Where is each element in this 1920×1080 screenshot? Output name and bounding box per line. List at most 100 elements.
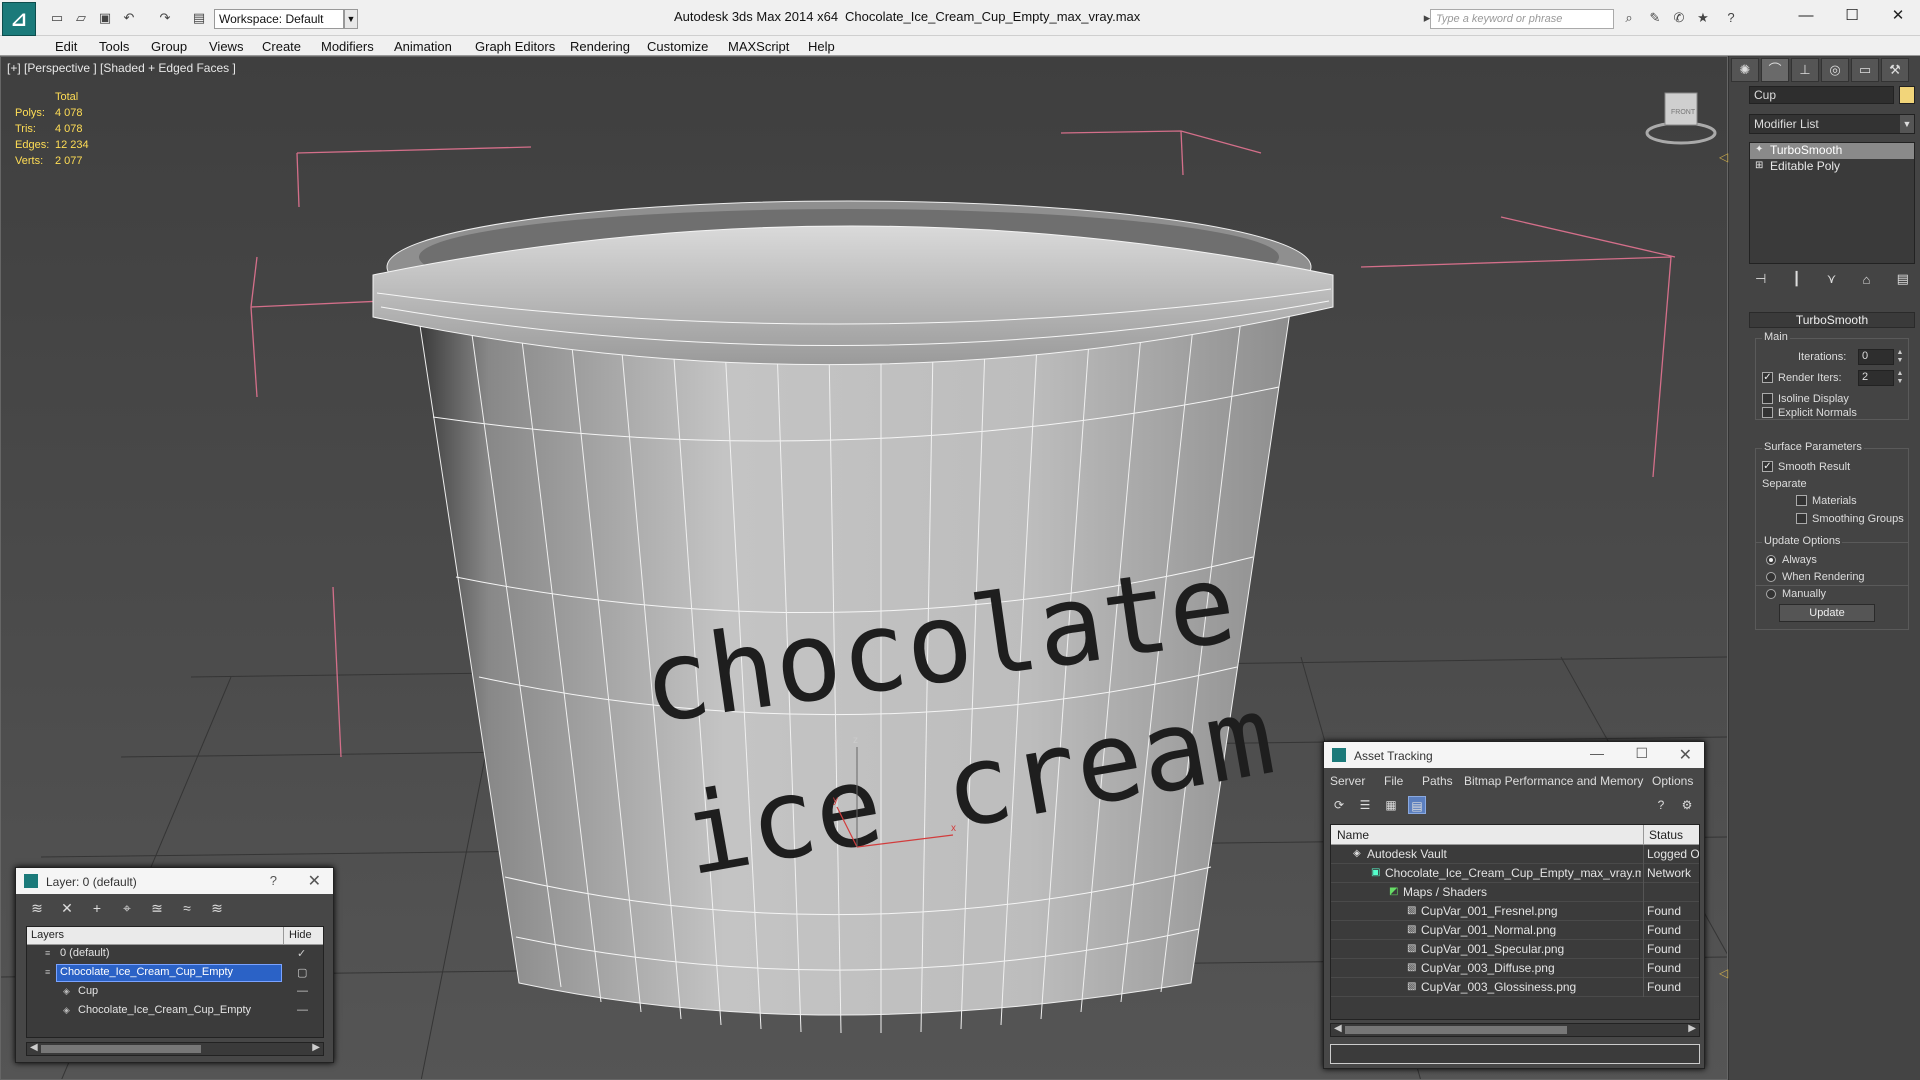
workspace-dropdown-icon[interactable]: ▼ xyxy=(344,9,358,29)
asset-minimize-button[interactable]: — xyxy=(1590,745,1604,761)
perspective-viewport[interactable]: chocolate ice cream x y z FRONT [+] [Per… xyxy=(0,56,1728,1080)
asset-menu-options[interactable]: Options xyxy=(1652,774,1693,788)
scroll-right-icon[interactable]: ▶ xyxy=(1688,1023,1696,1034)
layer-row[interactable]: ≡ Chocolate_Ice_Cream_Cup_Empty ▢ xyxy=(27,964,323,983)
asset-help-icon[interactable]: ? xyxy=(1652,796,1670,814)
hide-all-layers-icon[interactable]: ≈ xyxy=(176,900,198,920)
asset-row[interactable]: ▧ CupVar_003_Glossiness.png Found xyxy=(1331,978,1699,997)
always-radio[interactable] xyxy=(1766,555,1776,565)
isoline-display-checkbox[interactable] xyxy=(1762,393,1773,404)
display-tab-icon[interactable]: ▭ xyxy=(1851,58,1879,82)
minimize-button[interactable]: — xyxy=(1786,4,1826,28)
favorites-star-icon[interactable]: ★ xyxy=(1694,9,1712,27)
asset-maximize-button[interactable]: ☐ xyxy=(1635,745,1648,762)
asset-row[interactable]: ◩ Maps / Shaders xyxy=(1331,883,1699,902)
undo-icon[interactable]: ↶ xyxy=(120,9,138,27)
expand-plus-icon[interactable]: ⊞ xyxy=(1755,160,1765,173)
menu-rendering[interactable]: Rendering xyxy=(570,39,630,54)
highlight-layer-icon[interactable]: ≊ xyxy=(146,900,168,920)
binoculars-icon[interactable]: ⌕ xyxy=(1620,9,1638,27)
smooth-result-checkbox[interactable]: ✓ xyxy=(1762,461,1773,472)
utilities-tab-icon[interactable]: ⚒ xyxy=(1881,58,1909,82)
hide-toggle[interactable]: ✓ xyxy=(297,947,306,960)
col-name[interactable]: Name xyxy=(1337,828,1369,842)
configure-modifier-sets-icon[interactable]: ▤ xyxy=(1897,271,1909,287)
explicit-normals-checkbox[interactable] xyxy=(1762,407,1773,418)
modify-tab-icon[interactable]: ⌒ xyxy=(1761,58,1789,82)
show-end-result-icon[interactable]: ┃ xyxy=(1793,271,1801,287)
make-unique-icon[interactable]: ⋎ xyxy=(1827,271,1837,287)
asset-row[interactable]: ▧ CupVar_001_Normal.png Found xyxy=(1331,921,1699,940)
select-in-layer-icon[interactable]: ⌖ xyxy=(116,900,138,920)
freeze-all-layers-icon[interactable]: ≋ xyxy=(206,900,228,920)
menu-customize[interactable]: Customize xyxy=(647,39,708,54)
menu-help[interactable]: Help xyxy=(808,39,835,54)
asset-menu-file[interactable]: File xyxy=(1384,774,1403,788)
modifier-list-select[interactable]: Modifier List ▼ xyxy=(1749,114,1915,134)
asset-scrollbar[interactable]: ◀ ▶ xyxy=(1330,1023,1700,1037)
chevron-down-icon[interactable]: ▼ xyxy=(1900,115,1914,133)
scroll-right-icon[interactable]: ▶ xyxy=(312,1042,320,1053)
asset-settings-icon[interactable]: ⚙ xyxy=(1678,796,1696,814)
iterations-spinner[interactable]: ▲ ▼ xyxy=(1896,349,1904,365)
menu-tools[interactable]: Tools xyxy=(99,39,129,54)
refresh-icon[interactable]: ⟳ xyxy=(1330,796,1348,814)
asset-menu-paths[interactable]: Paths xyxy=(1422,774,1453,788)
layer-scrollbar[interactable]: ◀ ▶ xyxy=(26,1042,324,1056)
menu-graph-editors[interactable]: Graph Editors xyxy=(475,39,555,54)
maximize-button[interactable]: ☐ xyxy=(1832,4,1872,28)
communication-icon[interactable]: ✆ xyxy=(1670,9,1688,27)
scroll-left-icon[interactable]: ◀ xyxy=(1334,1023,1342,1034)
panel-expand-left-icon[interactable]: ◁ xyxy=(1719,966,1728,980)
layer-row[interactable]: ◈ Chocolate_Ice_Cream_Cup_Empty — xyxy=(27,1002,323,1021)
asset-dialog-titlebar[interactable]: Asset Tracking — ☐ ✕ xyxy=(1324,742,1704,768)
layer-help-button[interactable]: ? xyxy=(270,873,277,888)
subscription-icon[interactable]: ✎ xyxy=(1646,9,1664,27)
lightbulb-icon[interactable]: ✦ xyxy=(1755,144,1765,157)
menu-animation[interactable]: Animation xyxy=(394,39,452,54)
iterations-input[interactable]: 0 xyxy=(1858,349,1894,365)
object-name-field[interactable]: Cup xyxy=(1749,86,1894,104)
layer-close-button[interactable]: ✕ xyxy=(308,871,321,891)
redo-icon[interactable]: ↷ xyxy=(156,9,174,27)
menu-maxscript[interactable]: MAXScript xyxy=(728,39,789,54)
render-iters-input[interactable]: 2 xyxy=(1858,370,1894,386)
asset-row[interactable]: ▧ CupVar_001_Fresnel.png Found xyxy=(1331,902,1699,921)
search-input[interactable]: Type a keyword or phrase xyxy=(1430,9,1614,29)
asset-menu-server[interactable]: Server xyxy=(1330,774,1365,788)
stack-item-editable-poly[interactable]: ⊞ Editable Poly xyxy=(1750,159,1914,175)
workspace-select[interactable]: Workspace: Default xyxy=(214,9,344,29)
manually-radio[interactable] xyxy=(1766,589,1776,599)
menu-create[interactable]: Create xyxy=(262,39,301,54)
save-icon[interactable]: ▣ xyxy=(96,9,114,27)
hide-toggle[interactable]: — xyxy=(297,1004,308,1016)
panel-expand-left-icon[interactable]: ◁ xyxy=(1719,150,1728,164)
hide-toggle[interactable]: — xyxy=(297,985,308,997)
stack-item-turbosmooth[interactable]: ✦ TurboSmooth xyxy=(1750,143,1914,159)
smoothing-groups-checkbox[interactable] xyxy=(1796,513,1807,524)
render-iters-spinner[interactable]: ▲ ▼ xyxy=(1896,370,1904,386)
close-button[interactable]: ✕ xyxy=(1878,4,1918,28)
render-iters-checkbox[interactable]: ✓ xyxy=(1762,372,1773,383)
layer-dialog-titlebar[interactable]: Layer: 0 (default) ? ✕ xyxy=(16,868,333,894)
menu-views[interactable]: Views xyxy=(209,39,243,54)
menu-edit[interactable]: Edit xyxy=(55,39,77,54)
open-file-icon[interactable]: ▱ xyxy=(72,9,90,27)
materials-checkbox[interactable] xyxy=(1796,495,1807,506)
menu-group[interactable]: Group xyxy=(151,39,187,54)
help-icon[interactable]: ? xyxy=(1722,9,1740,27)
motion-tab-icon[interactable]: ◎ xyxy=(1821,58,1849,82)
hide-toggle[interactable]: ▢ xyxy=(297,966,307,979)
object-color-swatch[interactable] xyxy=(1899,86,1915,104)
asset-row[interactable]: ▧ CupVar_001_Specular.png Found xyxy=(1331,940,1699,959)
app-logo-icon[interactable]: ⊿ xyxy=(2,2,36,36)
asset-menu-bitmap[interactable]: Bitmap Performance and Memory xyxy=(1464,774,1643,788)
turbosmooth-rollout-header[interactable]: TurboSmooth xyxy=(1749,312,1915,328)
when-rendering-radio[interactable] xyxy=(1766,572,1776,582)
list-view-icon[interactable]: ☰ xyxy=(1356,796,1374,814)
col-hide[interactable]: Hide xyxy=(289,929,312,941)
table-view-icon[interactable]: ▤ xyxy=(1408,796,1426,814)
project-folder-icon[interactable]: ▤ xyxy=(190,9,208,27)
new-layer-icon[interactable]: ≋ xyxy=(26,900,48,920)
delete-layer-icon[interactable]: ✕ xyxy=(56,900,78,920)
